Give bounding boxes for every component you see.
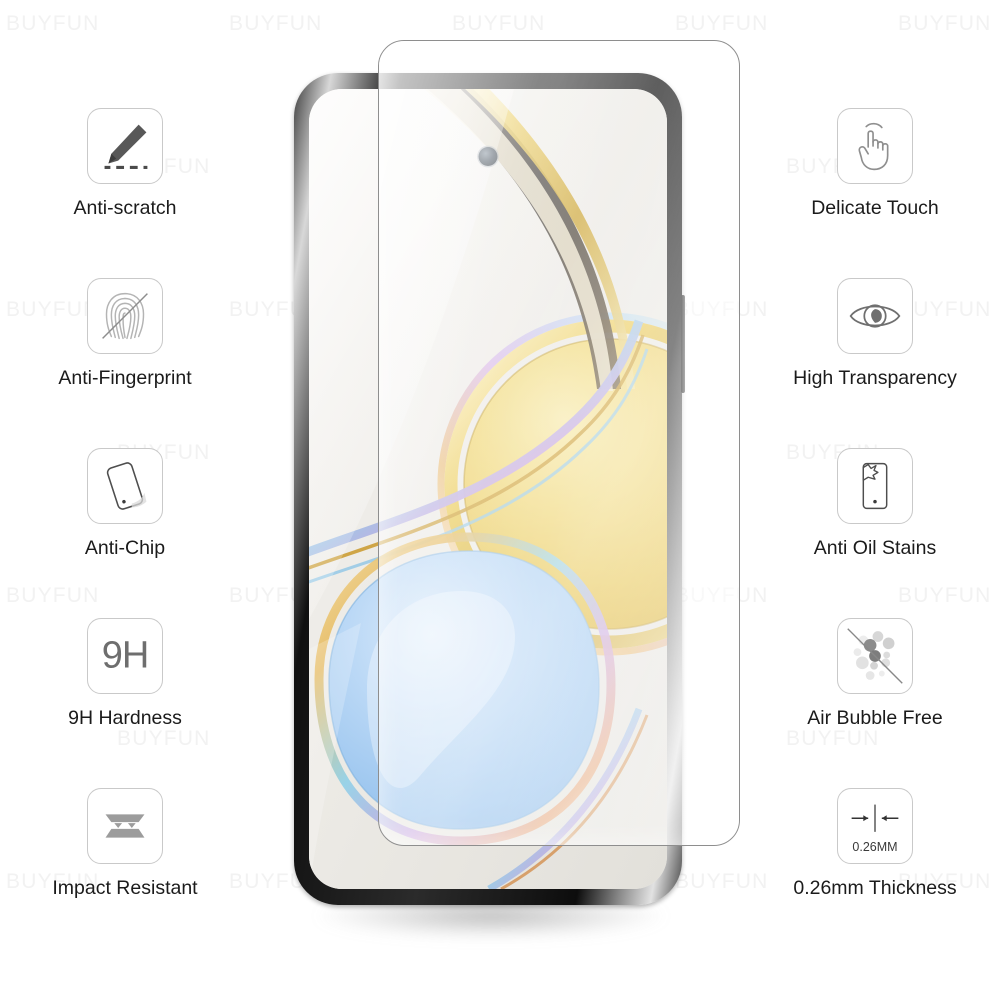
pencil-scratch-icon xyxy=(87,108,163,184)
feature-label: 9H Hardness xyxy=(68,707,182,729)
feature-high-transparency: High Transparency xyxy=(750,278,1000,390)
power-button[interactable] xyxy=(680,295,685,393)
feature-label: Anti-scratch xyxy=(73,197,177,219)
watermark-text: BUYFUN xyxy=(898,12,992,35)
feature-thickness: 0.26MM 0.26mm Thickness xyxy=(750,788,1000,900)
thickness-icon-text: 0.26MM xyxy=(852,840,898,854)
phone-chip-icon xyxy=(87,448,163,524)
hardness-icon-text: 9H xyxy=(101,634,150,677)
watermark-text: BUYFUN xyxy=(675,584,769,607)
watermark-text: BUYFUN xyxy=(117,727,211,750)
feature-anti-fingerprint: Anti-Fingerprint xyxy=(0,278,250,390)
feature-label: High Transparency xyxy=(793,367,957,389)
bubbles-slash-icon xyxy=(837,618,913,694)
hand-tap-icon xyxy=(837,108,913,184)
fingerprint-slash-icon xyxy=(87,278,163,354)
watermark-text: BUYFUN xyxy=(6,12,100,35)
phone-body xyxy=(294,73,685,905)
front-camera-punch-hole xyxy=(478,147,498,166)
watermark-text: BUYFUN xyxy=(6,584,100,607)
feature-label: Impact Resistant xyxy=(52,877,198,899)
product-infographic: BUYFUN BUYFUN BUYFUN BUYFUN BUYFUN BUYFUN BUYF… xyxy=(0,0,1000,1000)
feature-label: 0.26mm Thickness xyxy=(793,877,957,899)
feature-delicate-touch: Delicate Touch xyxy=(750,108,1000,220)
thickness-arrows-icon: 0.26MM xyxy=(837,788,913,864)
watermark-text: BUYFUN xyxy=(452,12,546,35)
feature-label: Anti-Chip xyxy=(84,537,166,559)
feature-impact-resistant: Impact Resistant xyxy=(0,788,250,900)
watermark-text: BUYFUN xyxy=(675,12,769,35)
watermark-text: BUYFUN xyxy=(786,727,880,750)
phone-stain-icon xyxy=(837,448,913,524)
feature-label: Delicate Touch xyxy=(811,197,939,219)
feature-anti-chip: Anti-Chip xyxy=(0,448,250,560)
phone-device xyxy=(288,62,688,938)
impact-layers-icon xyxy=(87,788,163,864)
feature-air-bubble-free: Air Bubble Free xyxy=(750,618,1000,730)
watermark-text: BUYFUN xyxy=(229,12,323,35)
feature-9h-hardness: 9H 9H Hardness xyxy=(0,618,250,730)
watermark-text: BUYFUN xyxy=(898,584,992,607)
feature-label: Anti Oil Stains xyxy=(813,537,937,559)
eye-icon xyxy=(837,278,913,354)
hardness-9h-icon: 9H xyxy=(87,618,163,694)
phone-screen xyxy=(309,89,667,889)
feature-label: Anti-Fingerprint xyxy=(58,367,192,389)
feature-anti-oil-stains: Anti Oil Stains xyxy=(750,448,1000,560)
wallpaper-art xyxy=(309,89,667,889)
feature-anti-scratch: Anti-scratch xyxy=(0,108,250,220)
feature-label: Air Bubble Free xyxy=(807,707,943,729)
